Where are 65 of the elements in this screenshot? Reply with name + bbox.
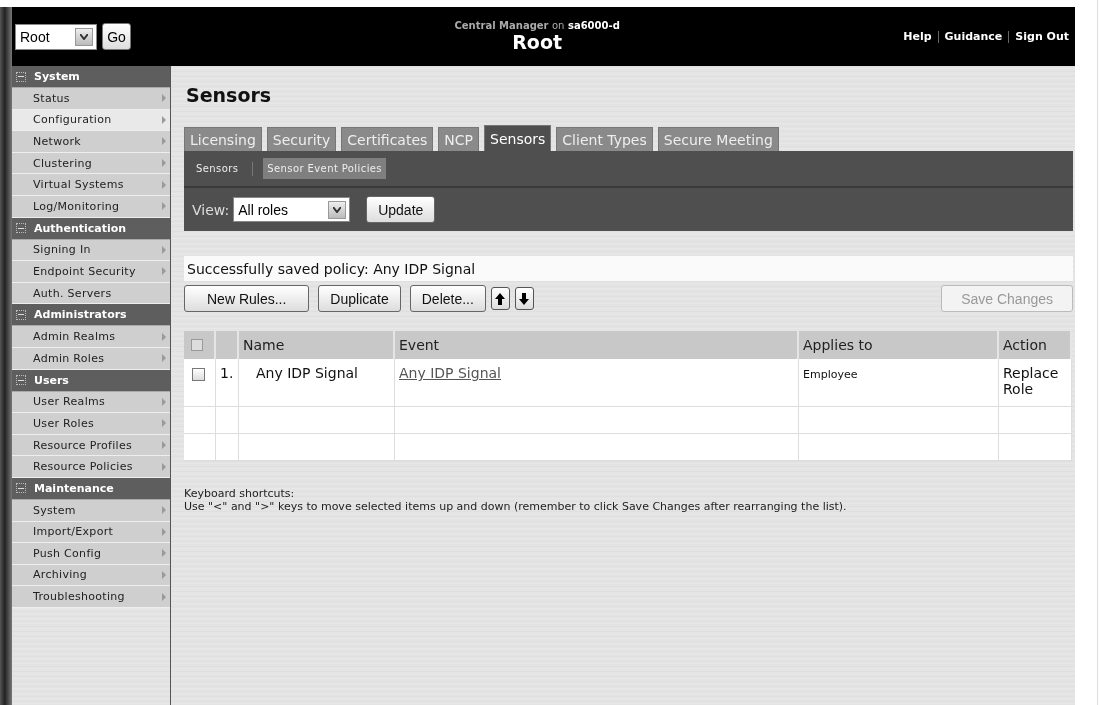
update-button[interactable]: Update [366, 196, 436, 223]
toolbar-button[interactable]: Delete... [409, 285, 486, 312]
caret-icon [328, 200, 347, 219]
header-link[interactable]: Sign Out [1015, 30, 1069, 43]
table-cell: Employee [799, 359, 999, 407]
sub-tab[interactable]: Sensors [192, 158, 243, 179]
sidebar-item[interactable]: Auth. Servers [12, 282, 170, 305]
view-label: View: [192, 201, 230, 218]
event-link[interactable]: Any IDP Signal [399, 365, 501, 381]
sidebar-section-header[interactable]: Administrators [12, 304, 170, 327]
sidebar-item[interactable]: Virtual Systems [12, 174, 170, 196]
toolbar-button[interactable]: New Rules... [184, 285, 310, 312]
column-header: Applies to [799, 331, 999, 359]
column-header: Event [395, 331, 799, 359]
sidebar-section-header[interactable]: Maintenance [12, 477, 170, 500]
row-checkbox[interactable] [192, 368, 205, 381]
context-label: Central Manager on sa6000-d [454, 20, 620, 31]
sidebar-item[interactable]: Admin Realms [12, 326, 170, 348]
sidebar-item[interactable]: Clustering [12, 152, 170, 175]
view-select[interactable]: All roles [233, 197, 351, 222]
move-down-button[interactable] [514, 287, 534, 310]
down-arrow-icon [519, 292, 530, 305]
header-link[interactable]: Help [903, 30, 932, 43]
tab[interactable]: Sensors [484, 125, 552, 151]
sidebar-item[interactable]: Import/Export [12, 521, 170, 544]
header-link[interactable]: Guidance [944, 30, 1003, 43]
sidebar-item[interactable]: Endpoint Security [12, 261, 170, 283]
sidebar-item[interactable]: Resource Profiles [12, 434, 170, 457]
sidebar-item[interactable]: Network [12, 131, 170, 153]
sidebar-item[interactable]: Configuration [12, 109, 170, 132]
sidebar-item[interactable]: Troubleshooting [12, 586, 170, 608]
sidebar-item[interactable]: Resource Policies [12, 456, 170, 478]
sidebar-item[interactable]: Push Config [12, 543, 170, 565]
sidebar-item[interactable]: Admin Roles [12, 347, 170, 370]
go-button[interactable]: Go [102, 23, 131, 50]
sidebar-section-header[interactable]: Authentication [12, 217, 170, 240]
sidebar-item[interactable]: Archiving [12, 564, 170, 587]
up-arrow-icon [495, 292, 506, 305]
sidebar-item[interactable]: Signing In [12, 239, 170, 262]
sidebar-section-header[interactable]: System [12, 66, 170, 88]
move-up-button[interactable] [490, 287, 510, 310]
header-title: Root [512, 31, 563, 53]
select-all-checkbox[interactable] [191, 339, 203, 351]
sidebar-item[interactable]: Log/Monitoring [12, 195, 170, 218]
shortcuts-title: Keyboard shortcuts: [184, 487, 296, 500]
realm-select[interactable]: Root [15, 23, 97, 50]
table-cell [216, 407, 239, 434]
table-cell [216, 434, 239, 461]
caret-icon [75, 27, 93, 46]
table-cell [184, 434, 216, 461]
table-cell: 1. [216, 359, 239, 407]
sidebar-section-header[interactable]: Users [12, 369, 170, 392]
shortcuts-text: Use "<" and ">" keys to move selected items up and down (remember to click Save Changes after rearranging the list). [184, 500, 848, 513]
page-title: Sensors [186, 84, 273, 106]
column-header: Action [999, 331, 1072, 359]
table-cell: Replace Role [999, 359, 1072, 407]
column-header: Name [239, 331, 395, 359]
sidebar-item[interactable]: User Roles [12, 413, 170, 435]
sub-tab[interactable]: Sensor Event Policies [263, 158, 386, 179]
sidebar-item[interactable]: System [12, 499, 170, 522]
toolbar-button[interactable]: Duplicate [318, 285, 401, 312]
sidebar-item[interactable]: Status [12, 88, 170, 110]
status-message: Successfully saved policy: Any IDP Signal [184, 256, 1073, 281]
table-cell: Any IDP Signal [239, 359, 395, 407]
sidebar-item[interactable]: User Realms [12, 391, 170, 414]
